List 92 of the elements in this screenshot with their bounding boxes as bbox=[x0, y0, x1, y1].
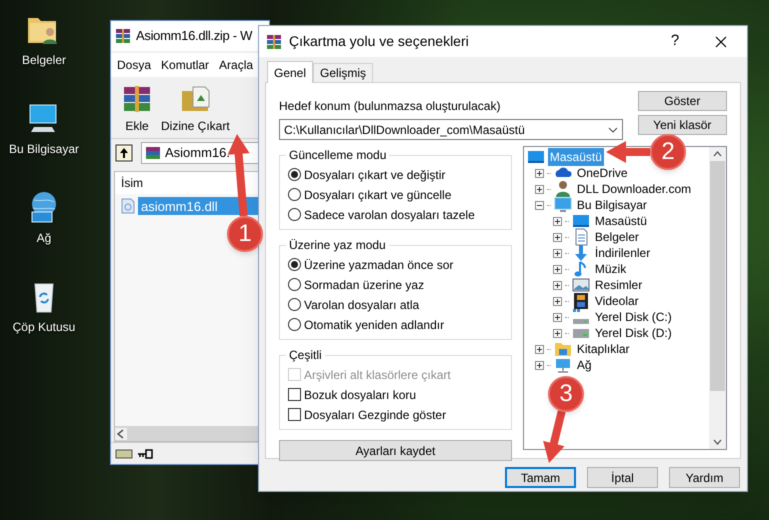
expand-icon[interactable] bbox=[552, 232, 562, 242]
checkbox[interactable] bbox=[288, 388, 301, 401]
toolbar-button[interactable]: Ekle bbox=[121, 83, 153, 135]
window-title: Çıkartma yolu ve seçenekleri bbox=[289, 32, 470, 51]
tab[interactable]: Genel bbox=[267, 61, 314, 83]
option-label[interactable]: Dosyaları Gezginde göster bbox=[304, 406, 446, 424]
close-icon bbox=[715, 36, 727, 48]
tree-item[interactable]: Ağ bbox=[574, 356, 594, 374]
up-folder-icon bbox=[115, 144, 133, 162]
expand-icon[interactable] bbox=[534, 344, 544, 354]
field-label: Hedef konum (bulunmazsa oluşturulacak) bbox=[279, 98, 502, 115]
desktop-icon-label[interactable]: Ağ bbox=[36, 229, 52, 247]
tree-item[interactable]: Kitaplıklar bbox=[574, 340, 632, 358]
network-icon bbox=[554, 356, 572, 374]
desktop-icon-label[interactable]: Bu Bilgisayar bbox=[8, 140, 80, 158]
window-title: Asiomm16.dll.zip - W bbox=[136, 27, 252, 46]
tree-item[interactable]: Resimler bbox=[592, 276, 644, 294]
radio-button[interactable] bbox=[288, 298, 301, 311]
pointer-arrow bbox=[606, 141, 650, 163]
archive-icon bbox=[265, 32, 283, 50]
desktop-icon-label[interactable]: Çöp Kutusu bbox=[12, 318, 76, 336]
option-label[interactable]: Otomatik yeniden adlandır bbox=[304, 316, 444, 334]
expand-icon[interactable] bbox=[552, 296, 562, 306]
radio-button[interactable] bbox=[288, 168, 301, 181]
dialog-button[interactable]: Yeni klasör bbox=[638, 115, 727, 135]
pointer-arrow bbox=[543, 410, 566, 463]
path-combo-box[interactable]: C:\Kullanıcılar\DllDownloader_com\Masaüstü bbox=[279, 119, 623, 140]
collapse-icon[interactable] bbox=[534, 200, 544, 210]
tree-item[interactable]: DLL Downloader.com bbox=[574, 180, 694, 198]
group-title: Çeşitli bbox=[288, 347, 323, 364]
toolbar-button[interactable]: Dizine Çıkart bbox=[161, 83, 230, 135]
desktop-icon bbox=[526, 148, 545, 166]
file-icon bbox=[121, 198, 135, 214]
system-drive-icon bbox=[572, 308, 590, 326]
column-header[interactable]: İsim bbox=[121, 174, 143, 192]
tree-item[interactable]: Yerel Disk (D:) bbox=[592, 324, 674, 342]
tree-item[interactable]: Müzik bbox=[592, 260, 628, 278]
radio-button[interactable] bbox=[288, 208, 301, 221]
library-folder-icon bbox=[554, 340, 572, 358]
menu-item[interactable]: Komutlar bbox=[161, 56, 210, 74]
dialog-button[interactable]: İptal bbox=[587, 467, 658, 488]
option-label[interactable]: Üzerine yazmadan önce sor bbox=[304, 256, 454, 274]
desktop-icon-label[interactable]: Belgeler bbox=[22, 51, 66, 69]
dialog-button[interactable]: Göster bbox=[638, 91, 727, 111]
tree-item[interactable]: Belgeler bbox=[592, 228, 641, 246]
expand-icon[interactable] bbox=[552, 328, 562, 338]
radio-button[interactable] bbox=[288, 278, 301, 291]
drive-icon bbox=[115, 448, 133, 460]
tree-item[interactable]: Yerel Disk (C:) bbox=[592, 308, 674, 326]
desktop-icon bbox=[572, 212, 590, 230]
group-title: Üzerine yaz modu bbox=[288, 237, 387, 254]
option-label[interactable]: Dosyaları çıkart ve güncelle bbox=[304, 186, 452, 204]
expand-icon[interactable] bbox=[534, 184, 544, 194]
tab[interactable]: Gelişmiş bbox=[313, 63, 374, 82]
tree-item[interactable]: Videolar bbox=[592, 292, 641, 310]
radio-button[interactable] bbox=[288, 318, 301, 331]
computer-icon bbox=[554, 196, 572, 214]
expand-icon[interactable] bbox=[552, 280, 562, 290]
expand-icon[interactable] bbox=[552, 264, 562, 274]
archive-icon bbox=[114, 27, 132, 45]
expand-icon[interactable] bbox=[552, 248, 562, 258]
tree-item[interactable]: OneDrive bbox=[574, 164, 630, 182]
expand-icon[interactable] bbox=[534, 168, 544, 178]
key-icon bbox=[137, 448, 153, 458]
radio-button[interactable] bbox=[288, 258, 301, 271]
dialog-button[interactable]: Yardım bbox=[669, 467, 740, 488]
dialog-button[interactable]: Tamam bbox=[505, 467, 576, 488]
radio-button[interactable] bbox=[288, 188, 301, 201]
menu-item[interactable]: Dosya bbox=[117, 56, 152, 74]
tree-item[interactable]: Bu Bilgisayar bbox=[574, 196, 649, 214]
option-label[interactable]: Bozuk dosyaları koru bbox=[304, 386, 416, 404]
menu-item[interactable]: Araçla bbox=[219, 56, 254, 74]
archive-icon bbox=[145, 145, 161, 161]
help-button[interactable]: ? bbox=[655, 30, 695, 53]
option-label[interactable]: Sadece varolan dosyaları tazele bbox=[304, 206, 475, 224]
save-settings-button[interactable]: Ayarları kaydet bbox=[279, 440, 512, 461]
option-label[interactable]: Varolan dosyaları atla bbox=[304, 296, 420, 314]
person-icon bbox=[554, 180, 572, 198]
film-strip-icon bbox=[572, 292, 590, 310]
option-label[interactable]: Dosyaları çıkart ve değiştir bbox=[304, 166, 446, 184]
expand-icon[interactable] bbox=[552, 216, 562, 226]
expand-icon[interactable] bbox=[552, 312, 562, 322]
expand-icon[interactable] bbox=[534, 360, 544, 370]
group-title: Güncelleme modu bbox=[288, 147, 388, 164]
option-label[interactable]: Sormadan üzerine yaz bbox=[304, 276, 424, 294]
picture-icon bbox=[572, 276, 590, 294]
scrollbar-thumb[interactable] bbox=[710, 161, 725, 391]
tree-item[interactable]: İndirilenler bbox=[592, 244, 652, 262]
dropdown-icon bbox=[608, 126, 618, 132]
books-stack-icon bbox=[121, 83, 153, 115]
tree-item[interactable]: Masaüstü bbox=[592, 212, 649, 230]
checkbox[interactable] bbox=[288, 408, 301, 421]
